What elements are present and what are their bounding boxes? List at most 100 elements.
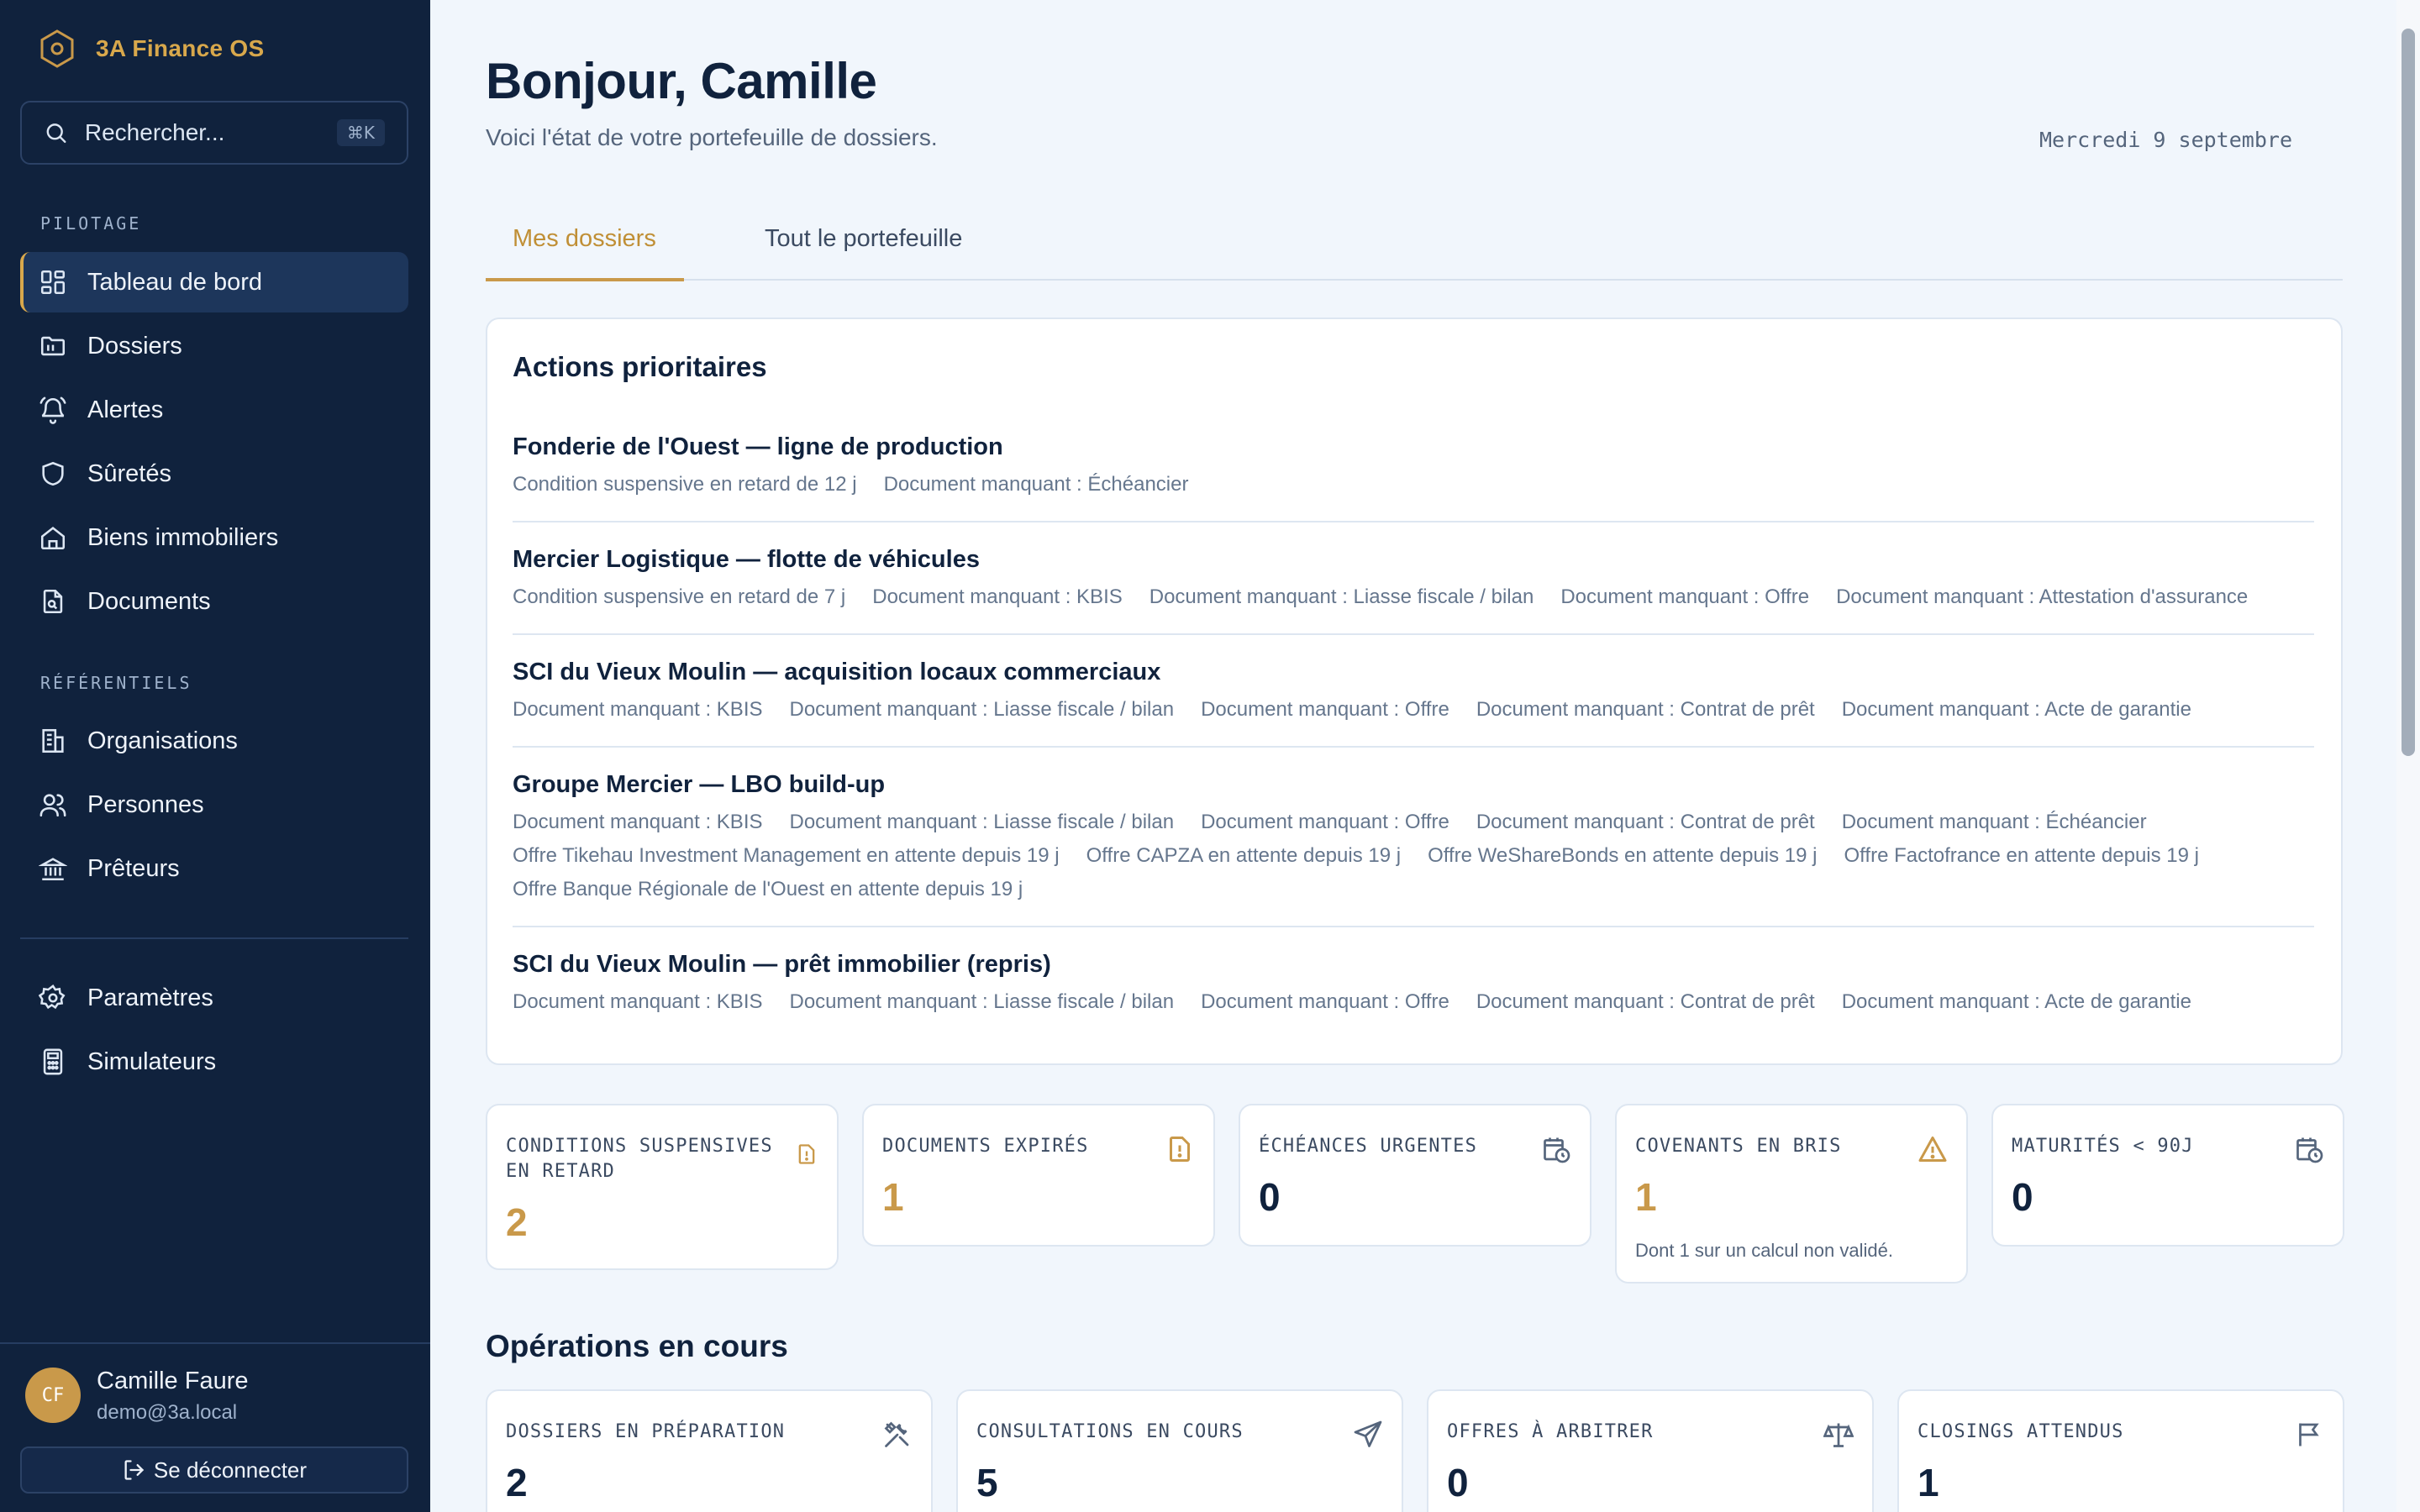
priority-deal[interactable]: Groupe Mercier — LBO build-up Document m… xyxy=(513,771,2314,901)
deal-tag: Document manquant : Liasse fiscale / bil… xyxy=(789,990,1175,1013)
deal-tags: Condition suspensive en retard de 7 j Doc… xyxy=(513,585,2294,609)
tab-tout-le-portefeuille[interactable]: Tout le portefeuille xyxy=(765,225,962,253)
page-scrollbar[interactable] xyxy=(2396,0,2420,1512)
sidebar-item-simulateurs[interactable]: Simulateurs xyxy=(20,1032,408,1092)
deal-divider xyxy=(513,926,2314,927)
sidebar-item-dossiers[interactable]: Dossiers xyxy=(20,316,408,376)
kpi-value: 1 xyxy=(1635,1175,1657,1219)
sidebar-item-personnes[interactable]: Personnes xyxy=(20,774,408,835)
sidebar-item-label: Organisations xyxy=(87,727,238,754)
deal-tag: Document manquant : Échéancier xyxy=(883,473,1189,496)
avatar[interactable]: CF xyxy=(25,1368,81,1423)
sidebar-item-suretes[interactable]: Sûretés xyxy=(20,444,408,504)
kpi-card-echeances-urgentes[interactable]: ÉCHÉANCES URGENTES 0 xyxy=(1239,1104,1591,1247)
deal-tag: Offre Factofrance en attente depuis 19 j xyxy=(1844,844,2199,867)
warning-icon xyxy=(1918,1137,1947,1162)
user-email: demo@3a.local xyxy=(97,1401,238,1424)
deal-tag: Document manquant : KBIS xyxy=(513,990,763,1013)
deal-divider xyxy=(513,521,2314,522)
deal-tags: Document manquant : KBIS Document manquan… xyxy=(513,811,2294,901)
search-input[interactable] xyxy=(84,119,337,146)
sidebar-item-biens-immobiliers[interactable]: Biens immobiliers xyxy=(20,507,408,568)
kpi-value: 0 xyxy=(1447,1461,1469,1504)
priority-deal[interactable]: Mercier Logistique — flotte de véhicules… xyxy=(513,546,2314,609)
brand[interactable]: 3A Finance OS xyxy=(37,29,264,69)
kpi-value: 1 xyxy=(1918,1461,1939,1504)
logout-icon xyxy=(124,1460,145,1480)
kpi-card-conditions-suspensives[interactable]: CONDITIONS SUSPENSIVES EN RETARD 2 xyxy=(486,1104,839,1270)
file-alert-icon xyxy=(798,1144,815,1164)
deal-tag: Document manquant : Offre xyxy=(1560,585,1810,608)
deal-title[interactable]: Fonderie de l'Ouest — ligne de productio… xyxy=(513,433,2314,461)
op-card-consultations-en-cours[interactable]: CONSULTATIONS EN COURS 5 xyxy=(956,1389,1403,1512)
deal-tag: Document manquant : Liasse fiscale / bil… xyxy=(1149,585,1534,608)
kpi-label: COVENANTS EN BRIS xyxy=(1635,1136,1842,1157)
logout-button[interactable]: Se déconnecter xyxy=(20,1446,408,1494)
document-icon xyxy=(43,589,63,614)
op-card-dossiers-en-preparation[interactable]: DOSSIERS EN PRÉPARATION 2 xyxy=(486,1389,933,1512)
deal-tag: Document manquant : Contrat de prêt xyxy=(1476,698,1815,721)
kpi-note: Dont 1 sur un calcul non validé. xyxy=(1635,1240,1893,1261)
deal-title[interactable]: SCI du Vieux Moulin — prêt immobilier (r… xyxy=(513,951,2314,979)
hexagon-logo-icon xyxy=(40,29,74,68)
priority-deal[interactable]: SCI du Vieux Moulin — acquisition locaux… xyxy=(513,659,2314,722)
deal-tag: Document manquant : Acte de garantie xyxy=(1841,698,2191,721)
op-card-offres-a-arbitrer[interactable]: OFFRES À ARBITRER 0 xyxy=(1427,1389,1874,1512)
sidebar-item-organisations[interactable]: Organisations xyxy=(20,711,408,771)
sidebar-item-documents[interactable]: Documents xyxy=(20,571,408,632)
search-box[interactable]: ⌘K xyxy=(20,101,408,165)
kpi-card-covenants-en-bris[interactable]: COVENANTS EN BRIS 1 Dont 1 sur un calcul… xyxy=(1615,1104,1968,1284)
tab-active-indicator xyxy=(486,278,684,281)
calculator-icon xyxy=(43,1048,63,1075)
sidebar-item-preteurs[interactable]: Prêteurs xyxy=(20,838,408,899)
deal-tag: Document manquant : Contrat de prêt xyxy=(1476,811,1815,833)
deal-tags: Document manquant : KBIS Document manquan… xyxy=(513,990,2294,1014)
deal-divider xyxy=(513,746,2314,748)
section-label-referentiels: RÉFÉRENTIELS xyxy=(40,673,192,693)
kpi-value: 0 xyxy=(2012,1175,2033,1219)
flag-icon xyxy=(2299,1423,2319,1446)
deal-tag: Condition suspensive en retard de 7 j xyxy=(513,585,846,608)
kpi-card-maturites[interactable]: MATURITÉS < 90J 0 xyxy=(1991,1104,2344,1247)
search-shortcut: ⌘K xyxy=(336,119,385,146)
sidebar-item-parametres[interactable]: Paramètres xyxy=(20,968,408,1028)
sidebar-item-label: Prêteurs xyxy=(87,854,180,882)
deal-tag: Document manquant : Offre xyxy=(1201,698,1449,721)
kpi-value: 2 xyxy=(506,1461,528,1504)
kpi-value: 2 xyxy=(506,1200,528,1244)
sidebar-item-label: Personnes xyxy=(87,790,204,818)
sidebar-item-label: Biens immobiliers xyxy=(87,523,279,551)
deal-tag: Offre Banque Régionale de l'Ouest en att… xyxy=(513,878,1023,900)
scrollbar-thumb[interactable] xyxy=(2402,29,2415,756)
deal-title[interactable]: SCI du Vieux Moulin — acquisition locaux… xyxy=(513,659,2314,686)
deal-tag: Document manquant : Offre xyxy=(1201,811,1449,833)
sidebar-item-label: Sûretés xyxy=(87,459,171,487)
op-card-closings-attendus[interactable]: CLOSINGS ATTENDUS 1 xyxy=(1897,1389,2344,1512)
search-icon xyxy=(46,123,66,144)
priority-deal[interactable]: Fonderie de l'Ouest — ligne de productio… xyxy=(513,433,2314,496)
page-title: Bonjour, Camille xyxy=(486,53,877,109)
calendar-clock-icon xyxy=(1544,1137,1570,1163)
sidebar-item-tableau-de-bord[interactable]: Tableau de bord xyxy=(20,252,408,312)
tab-mes-dossiers[interactable]: Mes dossiers xyxy=(513,225,656,253)
current-date: Mercredi 9 septembre xyxy=(2039,128,2292,152)
home-icon xyxy=(40,527,66,550)
kpi-value: 0 xyxy=(1259,1175,1281,1219)
deal-tag: Document manquant : KBIS xyxy=(872,585,1123,608)
building-icon xyxy=(42,728,64,753)
kpi-label: CONDITIONS SUSPENSIVES EN RETARD xyxy=(506,1136,773,1182)
sidebar-divider xyxy=(20,937,408,939)
deal-tag: Document manquant : Offre xyxy=(1201,990,1449,1013)
kpi-card-documents-expires[interactable]: DOCUMENTS EXPIRÉS 1 xyxy=(862,1104,1215,1247)
operations-title: Opérations en cours xyxy=(486,1329,788,1363)
kpi-label: DOSSIERS EN PRÉPARATION xyxy=(506,1421,786,1442)
dashboard-icon xyxy=(40,270,66,295)
sidebar-item-alertes[interactable]: Alertes xyxy=(20,380,408,440)
bank-icon xyxy=(39,858,67,881)
deal-title[interactable]: Mercier Logistique — flotte de véhicules xyxy=(513,546,2314,574)
priority-deal[interactable]: SCI du Vieux Moulin — prêt immobilier (r… xyxy=(513,951,2314,1014)
deal-tag: Document manquant : Échéancier xyxy=(1841,811,2147,833)
kpi-label: CONSULTATIONS EN COURS xyxy=(976,1421,1244,1442)
deal-title[interactable]: Groupe Mercier — LBO build-up xyxy=(513,771,2314,799)
bell-icon xyxy=(39,396,66,424)
